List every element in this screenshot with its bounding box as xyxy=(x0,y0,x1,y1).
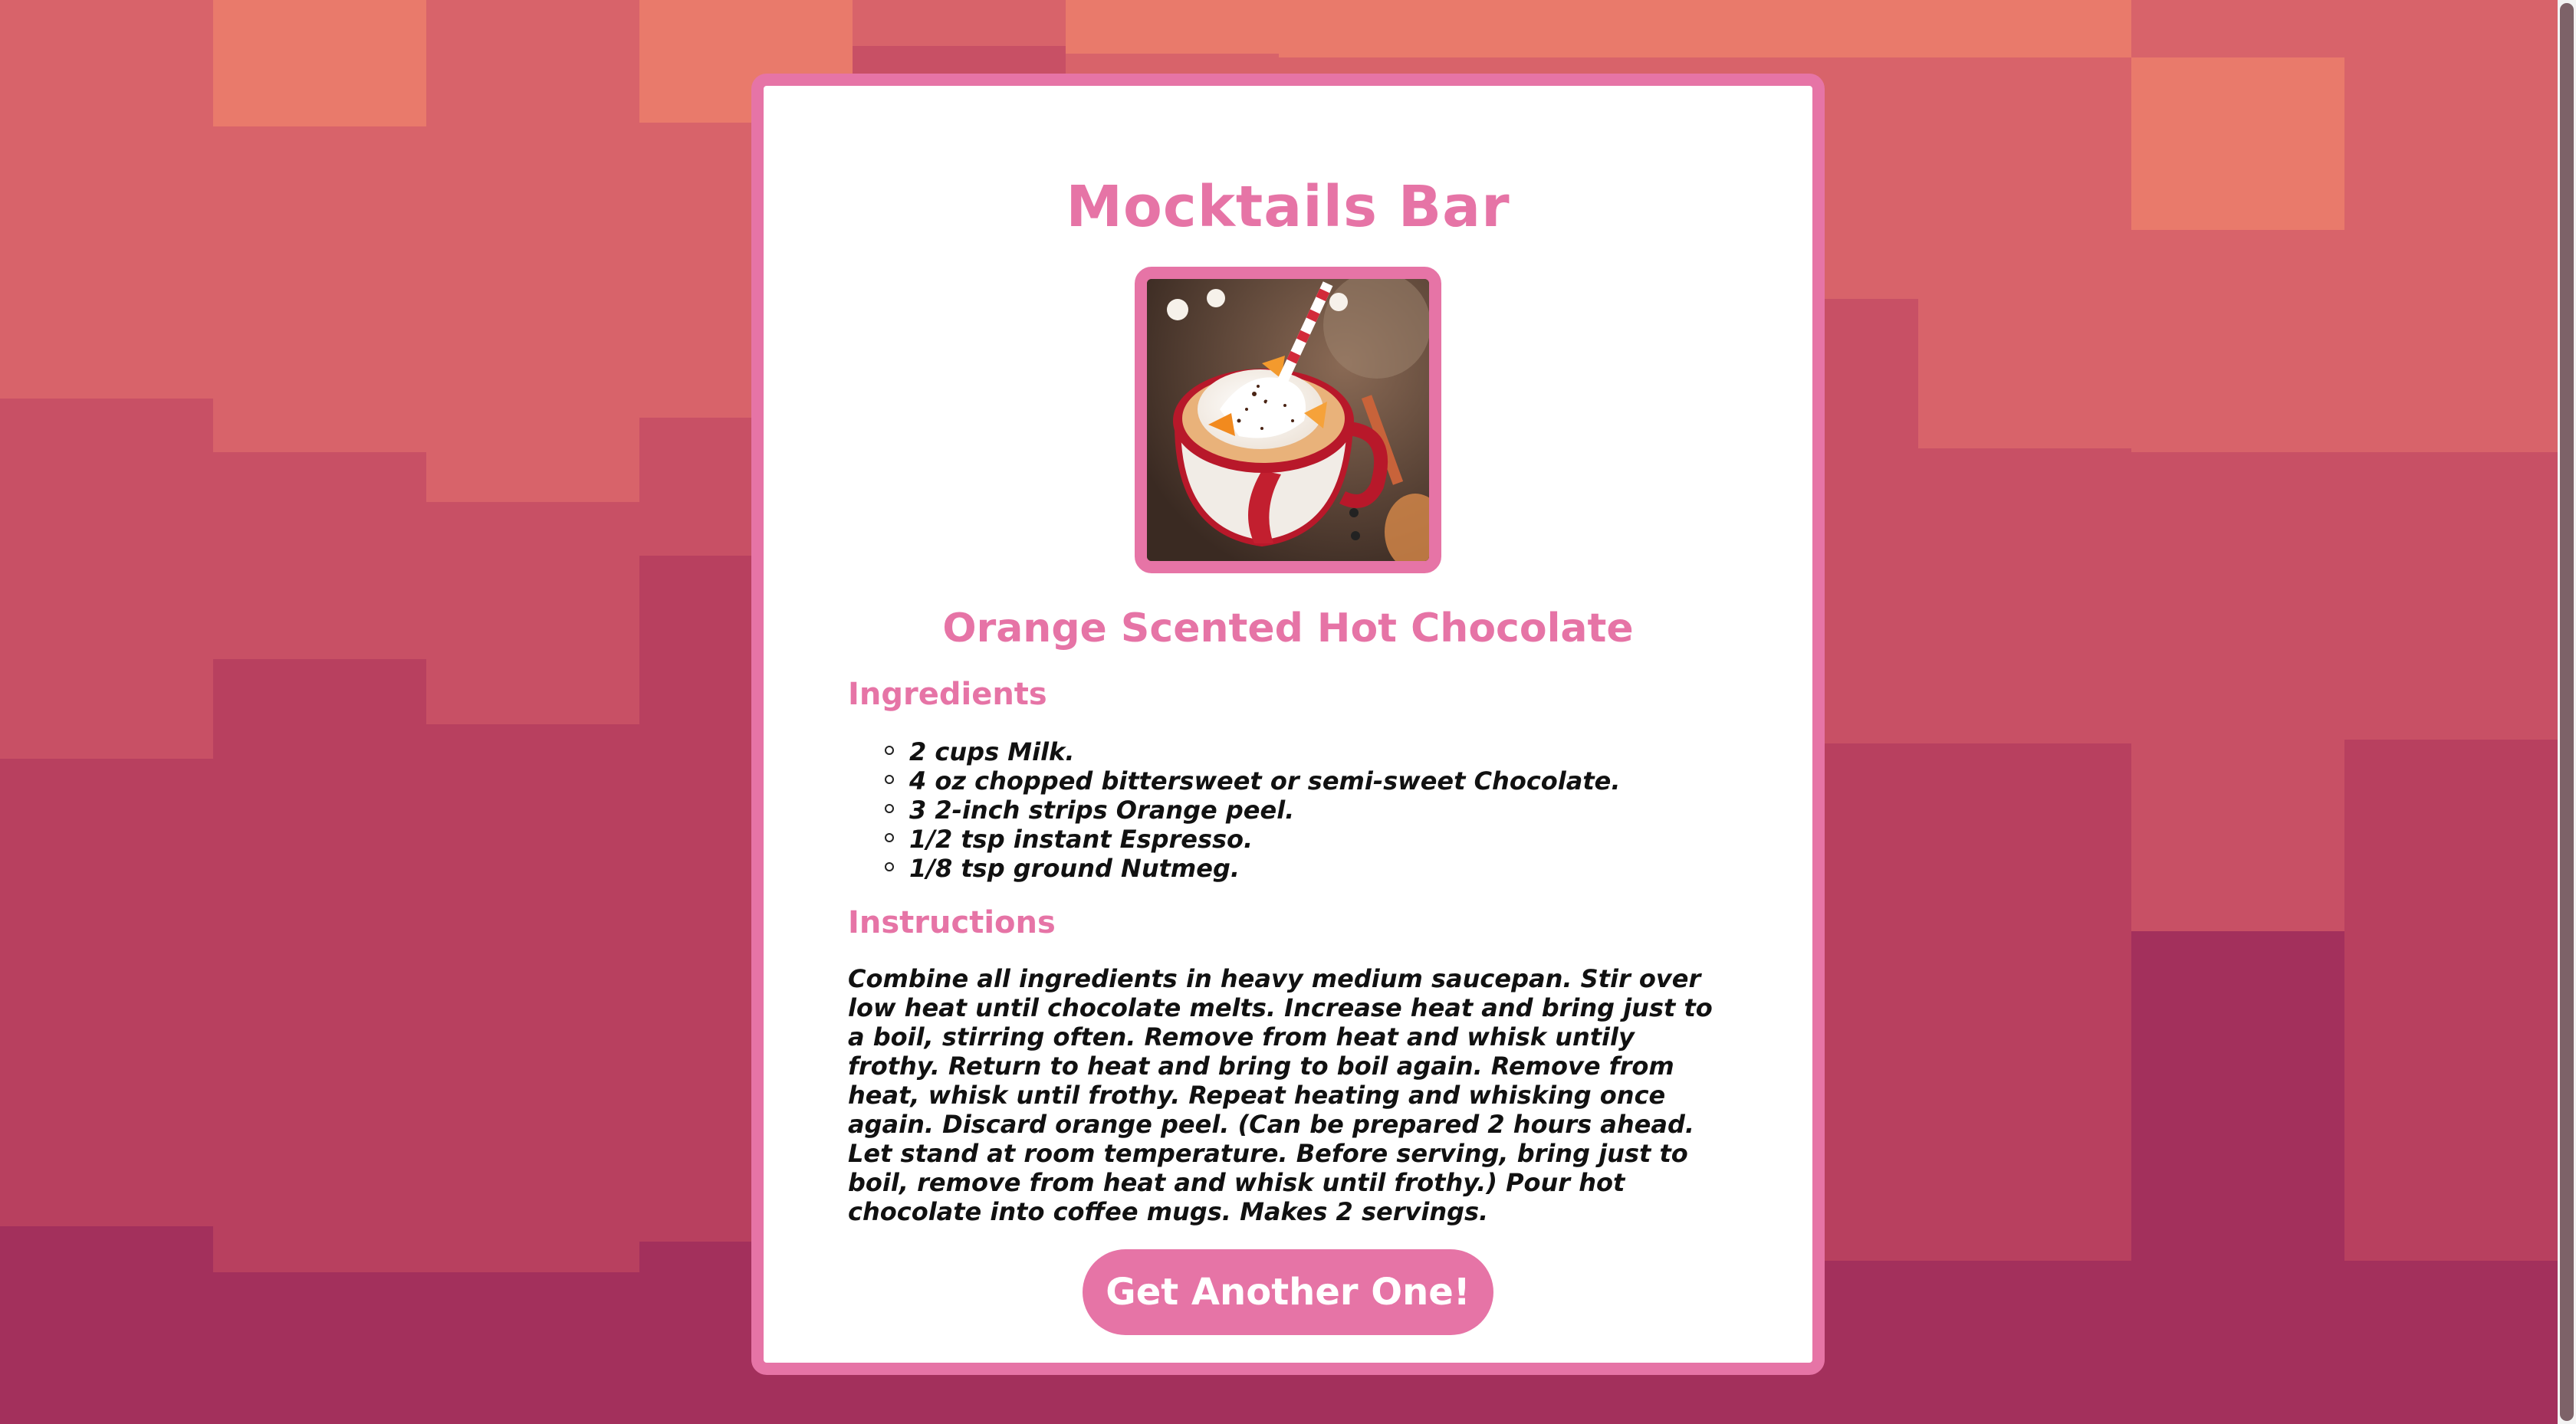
instructions-text: Combine all ingredients in heavy medium … xyxy=(848,964,1713,1226)
list-item: 1/8 tsp ground Nutmeg. xyxy=(885,854,1722,883)
page-title: Mocktails Bar xyxy=(1066,174,1510,240)
ingredients-heading: Ingredients xyxy=(848,677,1047,712)
bullet-icon xyxy=(885,833,894,842)
recipe-photo xyxy=(1135,267,1441,573)
bullet-icon xyxy=(885,775,894,784)
list-item: 4 oz chopped bittersweet or semi-sweet C… xyxy=(885,766,1722,796)
page-scrollbar[interactable] xyxy=(2558,0,2576,1424)
recipe-title: Orange Scented Hot Chocolate xyxy=(942,605,1634,651)
hot-chocolate-image xyxy=(1147,279,1429,561)
get-another-button[interactable]: Get Another One! xyxy=(1083,1249,1493,1335)
instructions-heading: Instructions xyxy=(848,905,1056,940)
list-item: 2 cups Milk. xyxy=(885,737,1722,766)
recipe-card: Mocktails Bar Orange Scented Hot Chocola… xyxy=(751,74,1825,1375)
recipe-content: Ingredients 2 cups Milk. 4 oz chopped bi… xyxy=(848,673,1722,1226)
scrollbar-thumb[interactable] xyxy=(2560,3,2574,1421)
bullet-icon xyxy=(885,746,894,755)
ingredients-list: 2 cups Milk. 4 oz chopped bittersweet or… xyxy=(848,737,1722,883)
list-item: 1/2 tsp instant Espresso. xyxy=(885,825,1722,854)
bullet-icon xyxy=(885,804,894,813)
bullet-icon xyxy=(885,862,894,871)
list-item: 3 2-inch strips Orange peel. xyxy=(885,796,1722,825)
